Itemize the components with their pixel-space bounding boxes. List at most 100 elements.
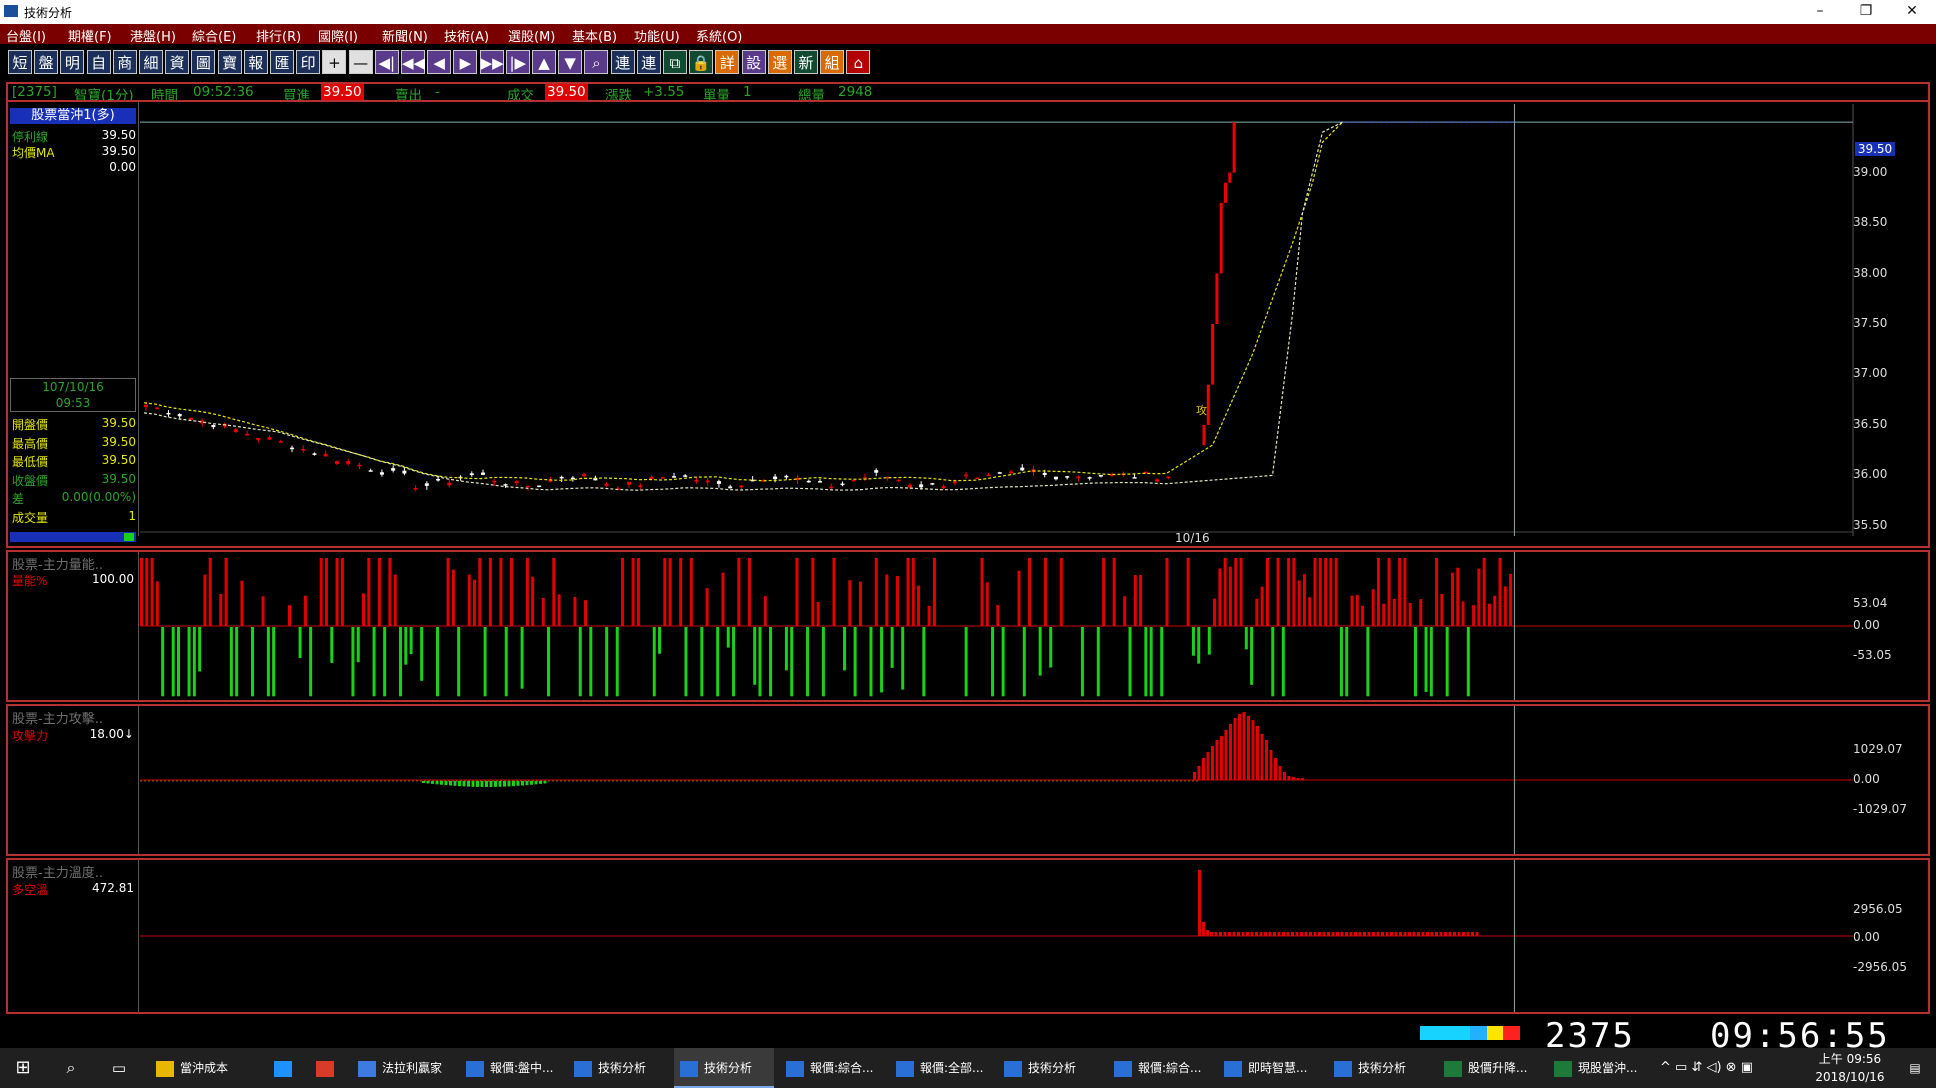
menu-item[interactable]: 基本(B) (572, 26, 617, 45)
down-icon[interactable]: ▼ (558, 50, 583, 74)
link-icon[interactable]: 連 (610, 50, 635, 74)
taskbar-item[interactable]: 報價:綜合... (1108, 1048, 1208, 1088)
tick-detail-icon[interactable]: 細 (139, 50, 163, 74)
taskbar-item[interactable]: 報價:全部... (890, 1048, 990, 1088)
volume-bar (404, 627, 408, 665)
taskbar-item[interactable]: 現股當沖... (1548, 1048, 1648, 1088)
volume-bar (208, 558, 212, 626)
volume-bar (763, 596, 767, 626)
menu-item[interactable]: 綜合(E) (192, 26, 236, 45)
volume-bar (261, 596, 265, 626)
candle-body (840, 483, 845, 486)
restore-button[interactable]: ❐ (1843, 0, 1889, 24)
menu-item[interactable]: 選股(M) (508, 26, 555, 45)
start-button[interactable]: ⊞ (10, 1048, 36, 1088)
indicator-name: 停利線 (12, 130, 49, 144)
up-icon[interactable]: ▲ (532, 50, 556, 74)
menu-item[interactable]: 國際(I) (318, 26, 358, 45)
volume-bar (1276, 558, 1280, 626)
last-icon[interactable]: |▶ (505, 50, 530, 74)
axis-tick-label: 0.00 (1853, 772, 1880, 786)
self-select-icon[interactable]: 自 (86, 50, 111, 74)
taskbar-item[interactable]: 技術分析 (674, 1048, 774, 1088)
close-button[interactable]: ✕ (1889, 0, 1935, 24)
volume-bar (1080, 627, 1084, 697)
new-icon[interactable]: 新 (794, 50, 818, 74)
candle-body (413, 488, 418, 490)
treasure-icon[interactable]: 寶 (217, 50, 242, 74)
group-icon[interactable]: 組 (820, 50, 845, 74)
taskbar-item[interactable]: 即時智慧... (1218, 1048, 1318, 1088)
taskbar-item[interactable]: 股價升降... (1438, 1048, 1538, 1088)
volume-bar (721, 572, 725, 626)
menu-item[interactable]: 期權(F) (68, 26, 112, 45)
select-icon[interactable]: 選 (767, 50, 792, 74)
taskbar-item[interactable]: 報價:綜合... (780, 1048, 880, 1088)
attack-bar (449, 781, 452, 786)
attack-bar (426, 781, 430, 784)
axis-tick-label: 2956.05 (1853, 902, 1903, 916)
search-icon[interactable]: ⌕ (58, 1048, 84, 1088)
candlestick-chart[interactable] (140, 104, 1934, 536)
home-icon[interactable]: ⌂ (846, 50, 871, 74)
fast-forward-icon[interactable]: ▶▶ (479, 50, 504, 74)
zoom-out-icon[interactable]: — (348, 50, 373, 74)
first-icon[interactable]: ◀| (374, 50, 399, 74)
info-icon[interactable]: 資 (165, 50, 190, 74)
link2-icon[interactable]: 連 (636, 50, 661, 74)
candle-body (694, 479, 699, 482)
task-view-icon[interactable]: ▭ (106, 1048, 132, 1088)
menu-item[interactable]: 技術(A) (444, 26, 489, 45)
taskbar-item[interactable]: 技術分析 (568, 1048, 668, 1088)
taskbar-clock[interactable]: 上午 09:56 2018/10/16 (1805, 1050, 1895, 1086)
quote-board-icon[interactable]: 盤 (34, 50, 59, 74)
search-icon[interactable]: ⌕ (584, 50, 609, 74)
ohlc-value: 39.50 (101, 416, 136, 430)
volume-bar (769, 627, 773, 697)
volume-bar (520, 627, 524, 689)
taskbar-item[interactable]: 技術分析 (998, 1048, 1098, 1088)
prev-icon[interactable]: ◀ (427, 50, 452, 74)
attack-bar (521, 781, 524, 786)
short-term-icon[interactable]: 短 (8, 50, 32, 74)
report-icon[interactable]: 報 (243, 50, 268, 74)
detail-icon[interactable]: 明 (60, 50, 85, 74)
menu-item[interactable]: 港盤(H) (130, 26, 176, 45)
settings-icon[interactable]: 設 (741, 50, 766, 74)
chart-icon[interactable]: 圖 (191, 50, 216, 74)
taskbar-item[interactable]: 報價:盤中... (460, 1048, 560, 1088)
print-icon[interactable]: 印 (296, 50, 321, 74)
next-icon[interactable]: ▶ (453, 50, 478, 74)
lock-icon[interactable]: 🔒 (689, 50, 714, 74)
zoom-in-icon[interactable]: + (322, 50, 347, 74)
window-icon[interactable]: ⧉ (663, 50, 687, 74)
ohlc-row: 成交量 1 (12, 509, 136, 525)
volume-bar (991, 627, 995, 697)
notifications-icon[interactable]: ▤ (1900, 1048, 1930, 1088)
temp-axis: 2956.05 0.00 -2956.05 (1853, 860, 1923, 1012)
menu-item[interactable]: 新聞(N) (382, 26, 428, 45)
menu-item[interactable]: 系統(O) (696, 26, 742, 45)
volume-bar (1223, 558, 1227, 626)
taskbar-item[interactable] (268, 1048, 302, 1088)
minimize-button[interactable]: – (1797, 0, 1843, 24)
candle-body (177, 414, 182, 417)
menu-item[interactable]: 台盤(I) (6, 26, 46, 45)
temp-bar (1345, 932, 1348, 936)
commodity-icon[interactable]: 商 (112, 50, 137, 74)
taskbar-item[interactable]: 技術分析 (1328, 1048, 1428, 1088)
exchange-icon[interactable]: 匯 (270, 50, 294, 74)
detail2-icon[interactable]: 詳 (715, 50, 740, 74)
taskbar-item[interactable]: 法拉利贏家 (352, 1048, 452, 1088)
menu-item[interactable]: 排行(R) (256, 26, 301, 45)
volume-bar (811, 558, 815, 626)
volume-bar (1429, 627, 1433, 697)
taskbar-item[interactable] (310, 1048, 344, 1088)
menu-item[interactable]: 功能(U) (634, 26, 680, 45)
candle-body (1166, 476, 1171, 479)
system-tray[interactable]: ^ ▭ ⇵ ◁) ⊗ ▣ (1660, 1048, 1800, 1088)
taskbar-item[interactable]: 當沖成本 (150, 1048, 250, 1088)
rewind-icon[interactable]: ◀◀ (401, 50, 425, 74)
clock-time: 上午 09:56 (1818, 1052, 1882, 1066)
candle-body (1009, 471, 1014, 474)
